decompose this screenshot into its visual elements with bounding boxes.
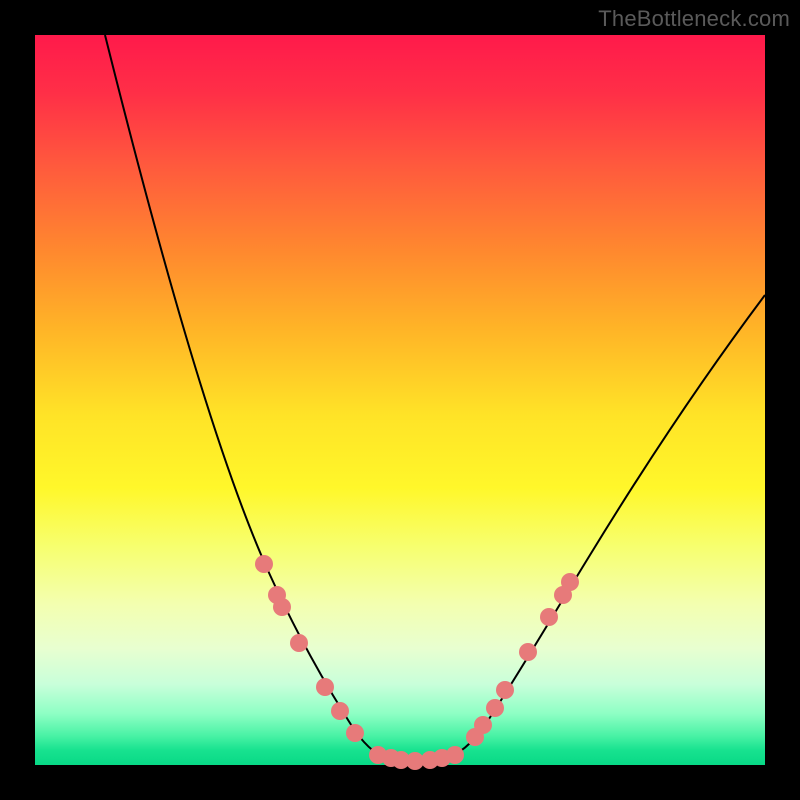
plot-area [35, 35, 765, 765]
curve-left-arm [105, 35, 387, 758]
marker-left-4 [316, 678, 334, 696]
marker-right-2 [540, 608, 558, 626]
curve-svg [35, 35, 765, 765]
marker-left-0 [255, 555, 273, 573]
marker-left-5 [331, 702, 349, 720]
marker-left-3 [290, 634, 308, 652]
marker-left-2 [273, 598, 291, 616]
chart-frame: TheBottleneck.com [0, 0, 800, 800]
markers-group [255, 555, 579, 770]
marker-right-4 [496, 681, 514, 699]
curve-right-arm [445, 295, 765, 758]
watermark-text: TheBottleneck.com [598, 6, 790, 32]
marker-right-7 [466, 728, 484, 746]
marker-right-3 [519, 643, 537, 661]
marker-right-1 [554, 586, 572, 604]
marker-left-6 [346, 724, 364, 742]
marker-bottom-6 [446, 746, 464, 764]
marker-right-5 [486, 699, 504, 717]
